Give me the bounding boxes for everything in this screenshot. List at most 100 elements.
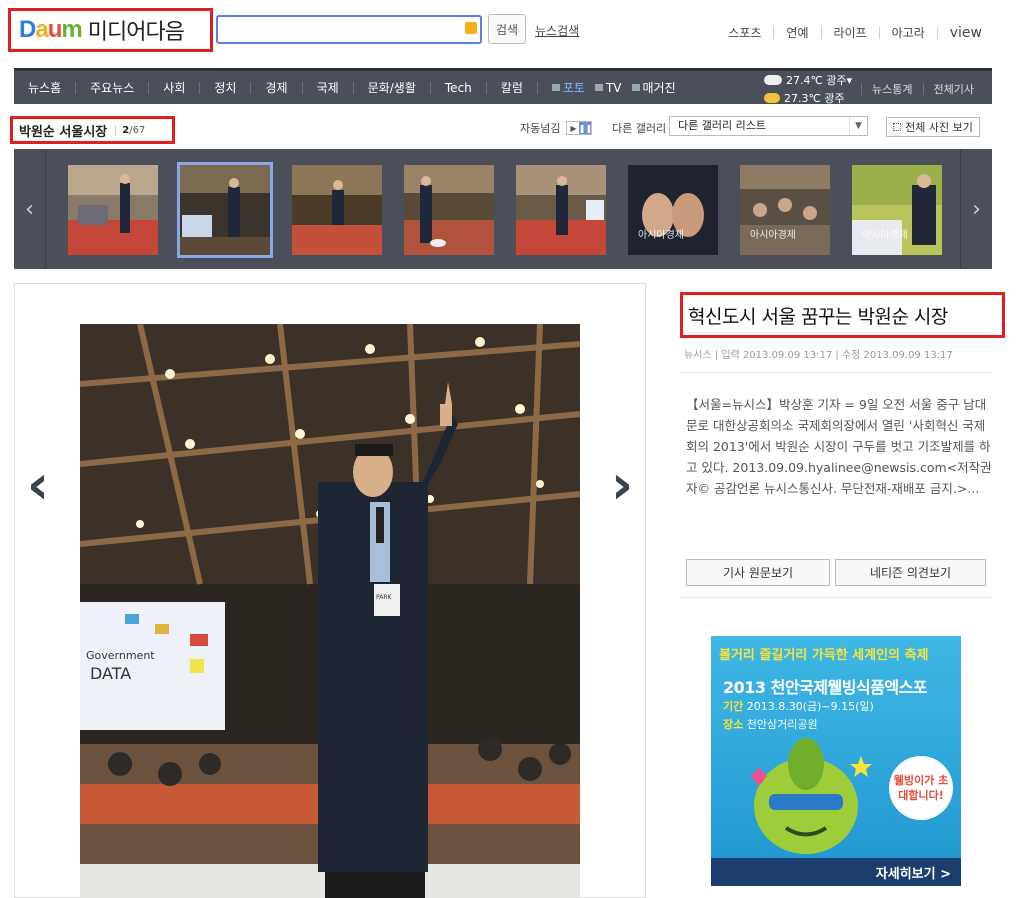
top-link-life[interactable]: 라이프: [834, 24, 867, 41]
nav-item-column[interactable]: 칼럼: [501, 79, 523, 96]
nav-item-magazine[interactable]: 매거진: [631, 79, 676, 96]
thumbnail[interactable]: 아시아경제: [852, 165, 942, 255]
nav-item-top-news[interactable]: 주요뉴스: [90, 79, 134, 96]
prev-photo-button[interactable]: ‹: [23, 452, 53, 516]
screen-text: Government: [86, 649, 155, 662]
nav-item-world[interactable]: 국제: [317, 79, 339, 96]
thumbnail[interactable]: [292, 165, 382, 255]
divider: [680, 372, 992, 373]
top-link-view[interactable]: view: [950, 25, 982, 41]
divider: [250, 81, 252, 94]
ad-place-label: 장소: [723, 718, 744, 731]
article-meta: 뉴시스 | 입력 2013.09.09 13:17 | 수정 2013.09.0…: [684, 346, 953, 361]
gallery-select-value: 다른 갤러리 리스트: [678, 119, 766, 132]
nav-item-society[interactable]: 사회: [163, 79, 185, 96]
thumbnail[interactable]: [68, 165, 158, 255]
chevron-right-icon: ›: [610, 452, 634, 516]
divider: [773, 26, 775, 39]
nav-item-tv-label: TV: [605, 80, 622, 95]
search-option-icon[interactable]: [465, 22, 477, 34]
thumbnail-image: [68, 165, 158, 255]
view-original-button[interactable]: 기사 원문보기: [686, 559, 830, 586]
weather-city: 광주: [826, 74, 847, 87]
photo-viewer: ‹ Government DATA PARK ›: [14, 283, 646, 898]
thumbnail-image: [740, 165, 830, 255]
divider: [485, 81, 487, 94]
nav-item-photo[interactable]: 포토: [551, 79, 585, 96]
logo-text: 미디어다음: [87, 20, 185, 45]
search-button[interactable]: 검색: [488, 14, 526, 44]
gallery-total: /67: [129, 124, 146, 136]
chevron-left-icon: ‹: [26, 452, 50, 516]
pause-icon[interactable]: ❚❚: [579, 122, 592, 134]
next-photo-button[interactable]: ›: [607, 452, 637, 516]
nav-right-links: 뉴스통계 전체기사: [851, 71, 974, 107]
top-links: 스포츠 연예 라이프 아고라 view: [728, 24, 982, 41]
top-link-agora[interactable]: 아고라: [892, 24, 925, 41]
strip-next-button[interactable]: ›: [960, 149, 992, 269]
thumbnail-watermark: 아시아경제: [750, 230, 796, 241]
strip-prev-button[interactable]: ‹: [14, 149, 46, 269]
ad-bubble: 웰빙이가 초대합니다!: [889, 756, 953, 820]
sun-icon: [764, 93, 780, 103]
all-photos-label: 전체 사진 보기: [905, 121, 973, 134]
article-edit-time: 수정 2013.09.09 13:17: [841, 350, 953, 361]
name-badge: PARK: [376, 594, 393, 601]
logo[interactable]: Daum 미디어다음: [8, 8, 213, 52]
main-photo[interactable]: Government DATA PARK: [80, 324, 580, 898]
view-comments-button[interactable]: 네티즌 의견보기: [835, 559, 986, 586]
weather-temp: 27.3℃: [784, 91, 821, 105]
daum-logo: Daum: [19, 16, 83, 43]
divider: [680, 597, 992, 598]
thumbnail-image: [628, 165, 718, 255]
search-input[interactable]: [216, 15, 482, 44]
divider: [878, 26, 880, 39]
thumbnail[interactable]: 아시아경제: [628, 165, 718, 255]
divider: [301, 81, 303, 94]
other-gallery-label: 다른 갤러리: [612, 122, 667, 135]
divider: [820, 26, 822, 39]
ad-tagline: 볼거리 즐길거리 가득한 세계인의 축제: [719, 648, 929, 663]
top-link-sports[interactable]: 스포츠: [728, 24, 761, 41]
thumbnail-image: [852, 165, 942, 255]
thumbnail[interactable]: [404, 165, 494, 255]
ad-period-label: 기간: [723, 700, 744, 713]
camera-icon: [551, 84, 560, 91]
ad-period-value: 2013.8.30(금)~9.15(일): [746, 700, 874, 713]
article-source[interactable]: 뉴시스: [684, 350, 712, 361]
thumbnail[interactable]: 아시아경제: [740, 165, 830, 255]
gallery-select[interactable]: 다른 갤러리 리스트 ▼: [669, 116, 868, 136]
grid-icon: [893, 123, 902, 131]
nav-item-photo-label: 포토: [562, 81, 585, 95]
nav-item-news-home[interactable]: 뉴스홈: [28, 79, 61, 96]
nav-item-economy[interactable]: 경제: [265, 79, 287, 96]
main-photo-image: Government DATA PARK: [80, 324, 580, 898]
ad-more-button[interactable]: 자세히보기 >: [711, 858, 961, 886]
nav-item-tv[interactable]: TV: [594, 80, 622, 95]
divider: [936, 26, 938, 39]
magazine-icon: [631, 84, 640, 91]
thumbnail[interactable]: [516, 165, 606, 255]
play-icon[interactable]: ▶: [567, 122, 579, 134]
gallery-counter: 2/67: [115, 124, 146, 136]
thumbnail-image: [516, 165, 606, 255]
mascot-image: [751, 738, 872, 854]
main-nav: 뉴스홈 주요뉴스 사회 정치 경제 국제 문화/생활 Tech 칼럼 포토 TV…: [14, 68, 992, 107]
news-stats-link[interactable]: 뉴스통계: [872, 81, 912, 97]
all-photos-button[interactable]: 전체 사진 보기: [886, 117, 980, 137]
screen-text: DATA: [90, 664, 131, 683]
divider: [429, 81, 431, 94]
chevron-down-icon[interactable]: ▼: [849, 117, 867, 135]
article-title: 혁신도시 서울 꿈꾸는 박원순 시장: [688, 305, 948, 328]
ad-banner[interactable]: 볼거리 즐길거리 가득한 세계인의 축제 2013 천안국제웰빙식품엑스포 기간…: [711, 636, 961, 886]
divider: [536, 81, 538, 94]
divider: [199, 81, 201, 94]
top-link-entertainment[interactable]: 연예: [786, 24, 808, 41]
nav-item-tech[interactable]: Tech: [445, 81, 472, 95]
nav-item-culture[interactable]: 문화/생활: [368, 79, 416, 96]
all-articles-link[interactable]: 전체기사: [934, 81, 974, 97]
thumbnail-strip: ‹ 아시아경제 아시아경제 아시아경제 ›: [14, 149, 992, 269]
thumbnail-selected[interactable]: [177, 162, 273, 258]
news-search-link[interactable]: 뉴스검색: [535, 22, 579, 39]
nav-item-politics[interactable]: 정치: [214, 79, 236, 96]
